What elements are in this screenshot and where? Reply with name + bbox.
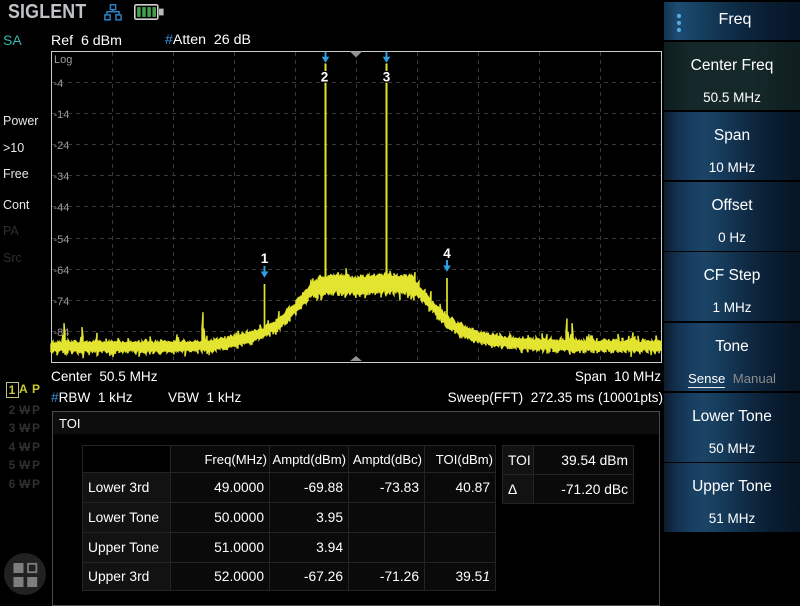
- svg-text:Log: Log: [54, 54, 72, 66]
- svg-text:-84: -84: [54, 327, 70, 339]
- svg-text:3: 3: [383, 70, 391, 85]
- svg-text:-14: -14: [54, 109, 70, 121]
- svg-text:-24: -24: [54, 140, 70, 152]
- svg-text:1: 1: [261, 251, 269, 266]
- svg-text:-44: -44: [54, 202, 70, 214]
- svg-text:-54: -54: [54, 234, 70, 246]
- svg-text:-34: -34: [54, 171, 70, 183]
- svg-text:-4: -4: [54, 78, 64, 90]
- svg-text:4: 4: [443, 246, 451, 261]
- svg-text:-64: -64: [54, 265, 70, 277]
- svg-text:2: 2: [321, 70, 329, 85]
- svg-text:-74: -74: [54, 296, 70, 308]
